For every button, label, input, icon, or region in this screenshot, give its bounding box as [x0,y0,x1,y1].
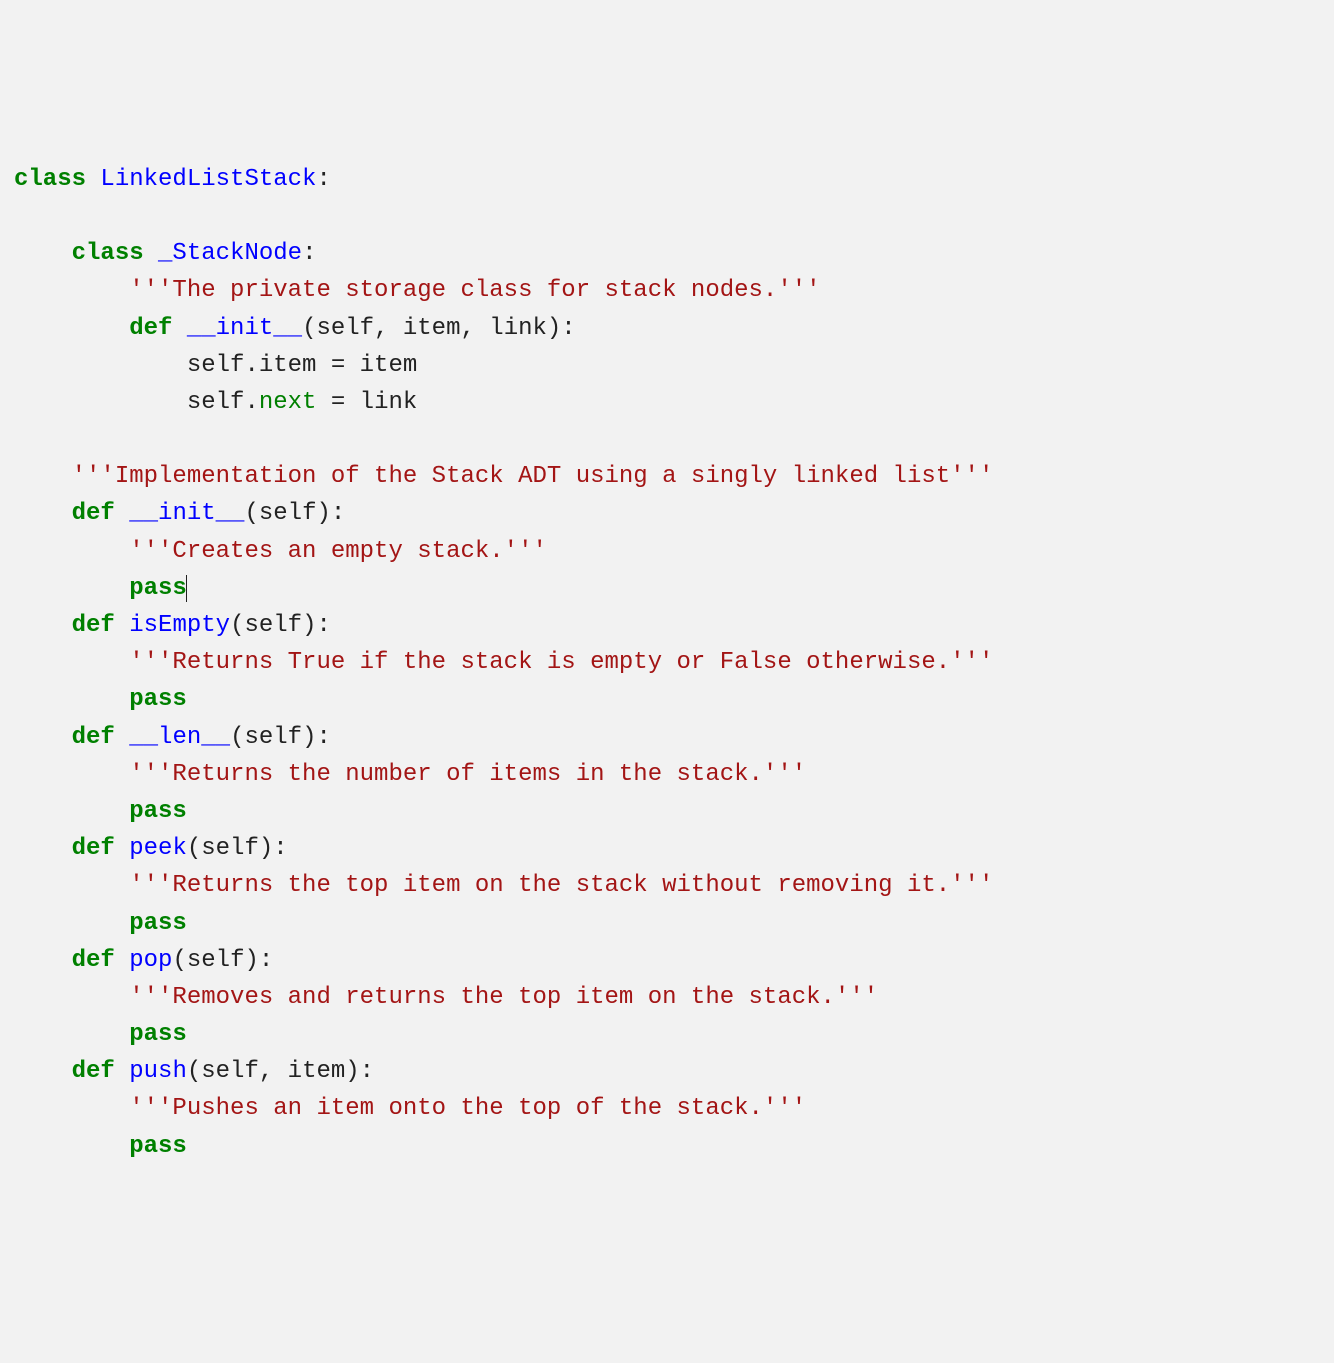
keyword-pass: pass [129,1021,187,1048]
builtin-next: next [259,389,317,416]
sig-self: (self): [172,947,273,974]
classname-stacknode: _StackNode [158,240,302,267]
body-item-assign: self.item = item [14,352,417,379]
keyword-pass: pass [129,686,187,713]
docstring-len: '''Returns the number of items in the st… [129,761,806,788]
keyword-def: def [72,612,115,639]
sig-self: (self): [244,500,345,527]
keyword-class: class [14,166,86,193]
fn-isempty: isEmpty [129,612,230,639]
colon: : [316,166,330,193]
keyword-class: class [72,240,144,267]
fn-init: __init__ [187,315,302,342]
docstring-isempty: '''Returns True if the stack is empty or… [129,649,993,676]
keyword-pass: pass [129,798,187,825]
keyword-pass: pass [129,575,187,602]
docstring-push: '''Pushes an item onto the top of the st… [129,1095,806,1122]
text-cursor [186,575,187,601]
colon: : [302,240,316,267]
sig-init-node: (self, item, link): [302,315,576,342]
fn-peek: peek [129,835,187,862]
body-next-suffix: = link [316,389,417,416]
docstring-pop: '''Removes and returns the top item on t… [129,984,878,1011]
keyword-def: def [129,315,172,342]
sig-self: (self): [230,724,331,751]
keyword-def: def [72,835,115,862]
docstring-peek: '''Returns the top item on the stack wit… [129,872,993,899]
code-block: class LinkedListStack: class _StackNode:… [14,161,1320,1165]
sig-self: (self): [187,835,288,862]
keyword-def: def [72,724,115,751]
docstring-init: '''Creates an empty stack.''' [129,538,547,565]
keyword-pass: pass [129,910,187,937]
docstring-stacknode: '''The private storage class for stack n… [129,277,820,304]
fn-push: push [129,1058,187,1085]
keyword-def: def [72,1058,115,1085]
docstring-impl: '''Implementation of the Stack ADT using… [72,463,994,490]
keyword-pass: pass [129,1133,187,1160]
fn-pop: pop [129,947,172,974]
body-next-prefix: self. [14,389,259,416]
fn-len: __len__ [129,724,230,751]
classname-linkedliststack: LinkedListStack [100,166,316,193]
sig-self: (self): [230,612,331,639]
fn-init: __init__ [129,500,244,527]
sig-push: (self, item): [187,1058,374,1085]
keyword-def: def [72,500,115,527]
keyword-def: def [72,947,115,974]
